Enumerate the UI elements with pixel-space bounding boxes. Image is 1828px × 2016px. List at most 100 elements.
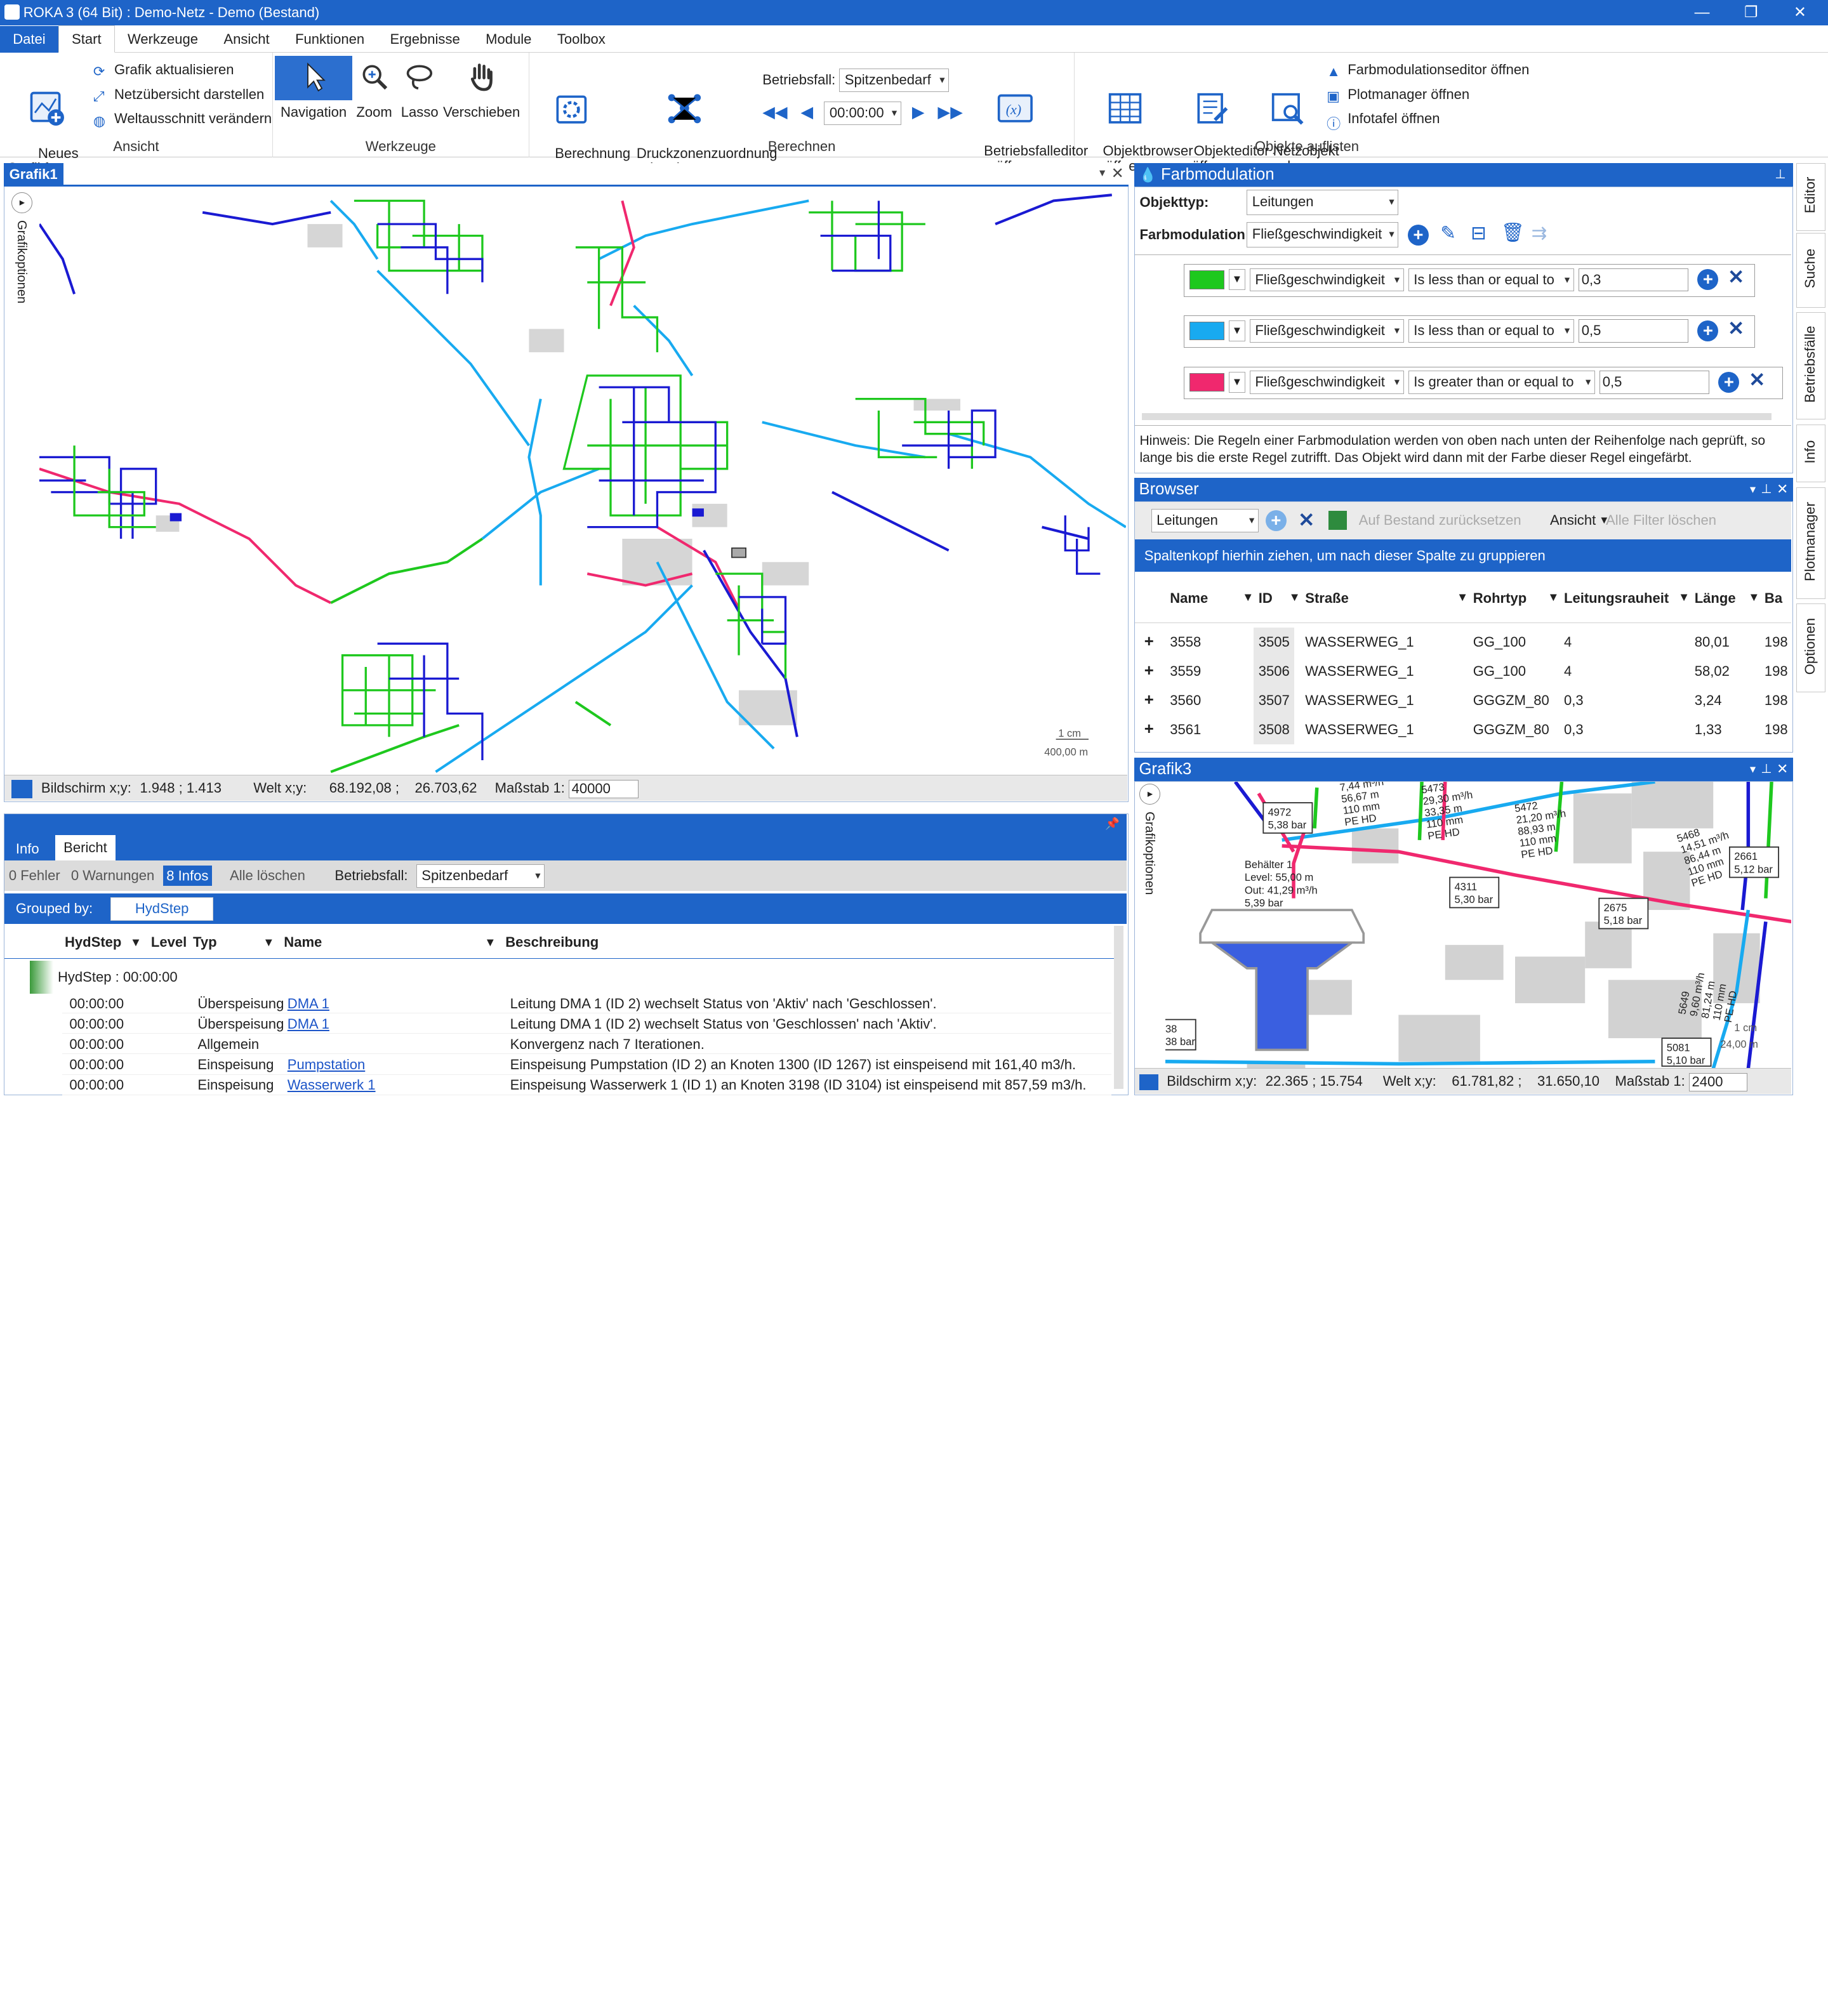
pin-icon[interactable]: ⊥ [1761, 758, 1772, 781]
color-swatch[interactable] [1189, 270, 1224, 289]
rule-value-input[interactable]: 0,3 [1579, 268, 1688, 292]
menu-funktionen[interactable]: Funktionen [282, 26, 377, 53]
navigation-tool-button[interactable]: Navigation [275, 62, 352, 119]
side-tab-4[interactable]: Plotmanager [1796, 487, 1826, 600]
group-chip-hydstep[interactable]: HydStep [110, 897, 213, 921]
browser-col-2[interactable]: Straße [1305, 590, 1349, 607]
side-tab-0[interactable]: Editor [1796, 163, 1826, 231]
pin-icon[interactable]: ⊥ [1775, 163, 1786, 187]
expand-row-icon[interactable]: + [1144, 657, 1154, 686]
color-dropdown-icon[interactable]: ▼ [1229, 372, 1245, 393]
remove-icon[interactable]: ✕ [1298, 502, 1315, 539]
report-row[interactable]: 00:00:00 Überspeisung DMA 1 Leitung DMA 1 (… [62, 994, 1112, 1014]
reorder-icon[interactable]: ⇉ [1532, 222, 1547, 244]
report-row[interactable]: 00:00:00 Überspeisung DMA 1 Leitung DMA 1 (… [62, 1014, 1112, 1034]
edit-modulation-icon[interactable]: ✎ [1440, 222, 1456, 244]
menu-start[interactable]: Start [58, 25, 115, 53]
add-modulation-button[interactable]: + [1407, 224, 1429, 246]
browser-col-0[interactable]: Name [1170, 590, 1208, 607]
browser-row[interactable]: +3560 3507 WASSERWEG_1 GGGZM_80 0,3 3,24 198 [1135, 685, 1791, 715]
menu-toolbox[interactable]: Toolbox [545, 26, 618, 53]
trash-icon[interactable]: 🗑 [1501, 222, 1525, 244]
infos-filter[interactable]: 8 Infos [162, 865, 212, 886]
remove-rule-button[interactable]: ✕ [1728, 317, 1744, 340]
rule-field-select[interactable]: Fließgeschwindigkeit [1250, 371, 1404, 394]
alle-filter-loeschen-button[interactable]: Alle Filter löschen [1606, 502, 1716, 539]
lasso-tool-button[interactable]: Lasso [396, 62, 442, 119]
expand-row-icon[interactable]: + [1144, 628, 1154, 657]
side-tab-2[interactable]: Betriebsfälle [1796, 312, 1826, 420]
objekttyp-select[interactable]: Leitungen [1247, 189, 1399, 215]
close-button[interactable]: ✕ [1777, 0, 1823, 25]
reset-button[interactable]: Auf Bestand zurücksetzen [1359, 502, 1521, 539]
expand-options-icon[interactable]: ▸ [11, 192, 33, 214]
rule-value-input[interactable]: 0,5 [1600, 371, 1709, 394]
tank-marker[interactable] [731, 547, 747, 558]
expand-row-icon[interactable]: + [1144, 715, 1154, 744]
browser-row[interactable]: +3561 3508 WASSERWEG_1 GGGZM_80 0,3 1,33 198 [1135, 715, 1791, 744]
col-typ[interactable]: Typ [193, 926, 217, 958]
filter-icon[interactable]: ▼ [1289, 590, 1301, 604]
filter-icon[interactable]: ▼ [1678, 590, 1690, 604]
rule-value-input[interactable]: 0,5 [1579, 319, 1688, 343]
side-tab-5[interactable]: Optionen [1796, 603, 1826, 692]
close-panel-icon[interactable]: ✕ [1111, 164, 1124, 183]
filter-icon[interactable]: ▼ [484, 926, 496, 958]
row-name-link[interactable]: Wasserwerk 1 [288, 1075, 376, 1095]
menu-werkzeuge[interactable]: Werkzeuge [115, 26, 211, 53]
menu-ergebnisse[interactable]: Ergebnisse [377, 26, 473, 53]
grafik1-tab[interactable]: Grafik1 [3, 163, 63, 187]
close-icon[interactable]: ✕ [1777, 478, 1788, 501]
filter-icon[interactable]: ▼ [1547, 590, 1559, 604]
side-tab-1[interactable]: Suche [1796, 233, 1826, 308]
add-filter-button[interactable]: + [1265, 510, 1287, 531]
massstab-input[interactable]: 2400 [1688, 1072, 1747, 1092]
infotafel-button[interactable]: ⓘ Infotafel öffnen [1327, 110, 1440, 131]
rename-icon[interactable]: ⊟ [1471, 222, 1487, 244]
browser-row[interactable]: +3558 3505 WASSERWEG_1 GG_100 4 80,01 198 [1135, 628, 1791, 657]
skip-forward-icon[interactable]: ▶▶ [937, 103, 963, 121]
remove-rule-button[interactable]: ✕ [1749, 369, 1765, 392]
expand-row-icon[interactable]: + [1144, 686, 1154, 715]
close-icon[interactable]: ✕ [1777, 758, 1788, 781]
report-row[interactable]: 00:00:00 Einspeisung Wasserwerk 1 Einspeisu… [62, 1075, 1112, 1095]
rules-hscroll[interactable] [1142, 413, 1772, 421]
netzuebersicht-button[interactable]: ⤢ Netzübersicht darstellen [93, 86, 264, 104]
verschieben-tool-button[interactable]: Verschieben [443, 62, 520, 119]
maximize-button[interactable]: ❐ [1728, 0, 1774, 25]
filter-icon[interactable]: ▼ [1748, 590, 1759, 604]
browser-col-1[interactable]: ID [1259, 590, 1273, 607]
network-map[interactable]: 1 cm 400,00 m [39, 188, 1127, 774]
rule-operator-select[interactable]: Is less than or equal to [1408, 319, 1574, 343]
browser-col-3[interactable]: Rohrtyp [1473, 590, 1527, 607]
filter-icon[interactable]: ▼ [130, 926, 142, 958]
time-select[interactable]: 00:00:00 [824, 101, 901, 125]
side-tab-3[interactable]: Info [1796, 424, 1826, 483]
farbmodulationseditor-button[interactable]: ▲ Farbmodulationseditor öffnen [1327, 62, 1529, 79]
remove-rule-button[interactable]: ✕ [1728, 266, 1744, 289]
bottom-betriebsfall-select[interactable]: Spitzenbedarf [416, 864, 545, 888]
add-rule-button[interactable]: + [1697, 269, 1719, 291]
farbmodulation-select[interactable]: Fließgeschwindigkeit [1247, 221, 1399, 248]
weltausschnitt-button[interactable]: ◍ Weltausschnitt verändern [93, 110, 272, 128]
color-swatch[interactable] [1189, 372, 1224, 392]
add-rule-button[interactable]: + [1718, 372, 1740, 393]
warnungen-filter[interactable]: 0 Warnungen [71, 867, 154, 883]
browser-col-6[interactable]: Ba [1765, 590, 1782, 607]
tab-bericht[interactable]: Bericht [55, 835, 116, 861]
rule-operator-select[interactable]: Is greater than or equal to [1408, 371, 1595, 394]
col-name[interactable]: Name [284, 926, 322, 958]
add-rule-button[interactable]: + [1697, 320, 1719, 342]
browser-col-4[interactable]: Leitungsrauheit [1564, 590, 1669, 607]
browser-type-select[interactable]: Leitungen [1151, 508, 1259, 532]
filter-icon[interactable]: ▼ [1457, 590, 1468, 604]
row-name-link[interactable]: DMA 1 [288, 994, 329, 1013]
rule-field-select[interactable]: Fließgeschwindigkeit [1250, 268, 1404, 292]
report-row[interactable]: 00:00:00 Allgemein Konvergenz nach 7 Itera… [62, 1034, 1112, 1055]
dropdown-icon[interactable]: ▾ [1750, 478, 1756, 501]
row-name-link[interactable]: Pumpstation [288, 1055, 365, 1074]
alle-loeschen-button[interactable]: Alle löschen [230, 867, 305, 883]
col-hydstep[interactable]: HydStep [65, 926, 121, 958]
col-beschreibung[interactable]: Beschreibung [505, 926, 599, 958]
color-dropdown-icon[interactable]: ▼ [1229, 320, 1245, 342]
